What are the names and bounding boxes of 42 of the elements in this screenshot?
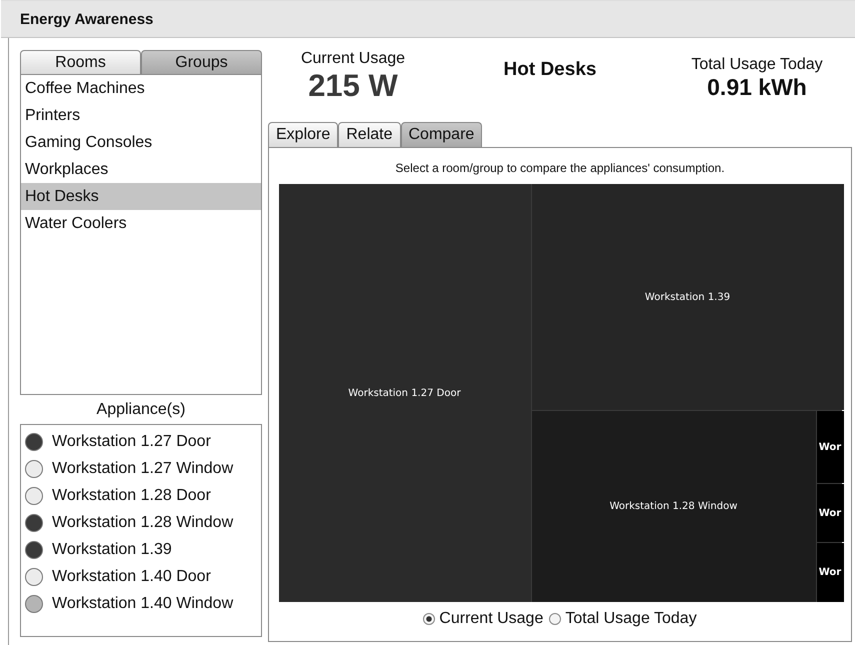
- treemap-tile[interactable]: Workstation 1.27 Door: [278, 184, 530, 602]
- tile-label: Workstation 1.27 Door: [348, 388, 461, 398]
- instruction-text: Select a room/group to compare the appliances' consumption.: [395, 160, 725, 177]
- total-usage-value: 0.91 kWh: [707, 74, 807, 101]
- treemap-tile[interactable]: Wor: [816, 543, 844, 602]
- tile-label: Wor: [818, 442, 842, 452]
- group-item[interactable]: Hot Desks: [21, 183, 261, 210]
- tile-label: Workstation 1.39: [644, 292, 730, 302]
- treemap-tile[interactable]: Workstation 1.39: [532, 184, 844, 410]
- appliance-label: Workstation 1.40 Door: [52, 568, 211, 586]
- group-item[interactable]: Gaming Consoles: [21, 129, 261, 156]
- group-item[interactable]: Water Coolers: [21, 210, 261, 237]
- source-tab[interactable]: Rooms: [20, 50, 141, 74]
- appliance-label: Workstation 1.39: [52, 540, 172, 558]
- appliance-label: Workstation 1.27 Window: [52, 460, 234, 478]
- tile-label: Workstation 1.28 Window: [610, 501, 738, 512]
- appliances-heading: Appliance(s): [96, 400, 186, 420]
- radio-button[interactable]: [549, 613, 562, 625]
- view-tab[interactable]: Explore: [268, 122, 338, 147]
- appliance-label: Workstation 1.27 Door: [52, 432, 211, 450]
- selection-title: Hot Desks: [504, 59, 596, 80]
- appliance-label: Workstation 1.40 Window: [52, 594, 234, 612]
- radio-button[interactable]: [423, 613, 436, 625]
- treemap-tile[interactable]: Workstation 1.28 Window: [532, 411, 816, 602]
- current-usage-value: 215 W: [308, 68, 398, 104]
- appliance-label: Workstation 1.28 Window: [52, 514, 234, 532]
- group-item[interactable]: Workplaces: [21, 156, 261, 183]
- source-tab[interactable]: Groups: [141, 50, 262, 74]
- treemap-tile[interactable]: Wor: [816, 484, 844, 542]
- appliance-label: Workstation 1.28 Door: [52, 486, 211, 504]
- total-usage-label: Total Usage Today: [691, 56, 823, 74]
- tile-label: Wor: [818, 567, 842, 578]
- radio-label: Total Usage Today: [565, 610, 697, 628]
- radio-label: Current Usage: [439, 610, 544, 628]
- group-item[interactable]: Coffee Machines: [21, 75, 261, 102]
- view-tab[interactable]: Compare: [400, 122, 482, 147]
- group-item[interactable]: Printers: [21, 102, 261, 129]
- treemap-tile[interactable]: Wor: [816, 411, 844, 483]
- view-tab[interactable]: Relate: [338, 122, 400, 147]
- window-title: Energy Awareness: [20, 10, 154, 28]
- tile-label: Wor: [818, 508, 842, 518]
- current-usage-label: Current Usage: [300, 50, 406, 68]
